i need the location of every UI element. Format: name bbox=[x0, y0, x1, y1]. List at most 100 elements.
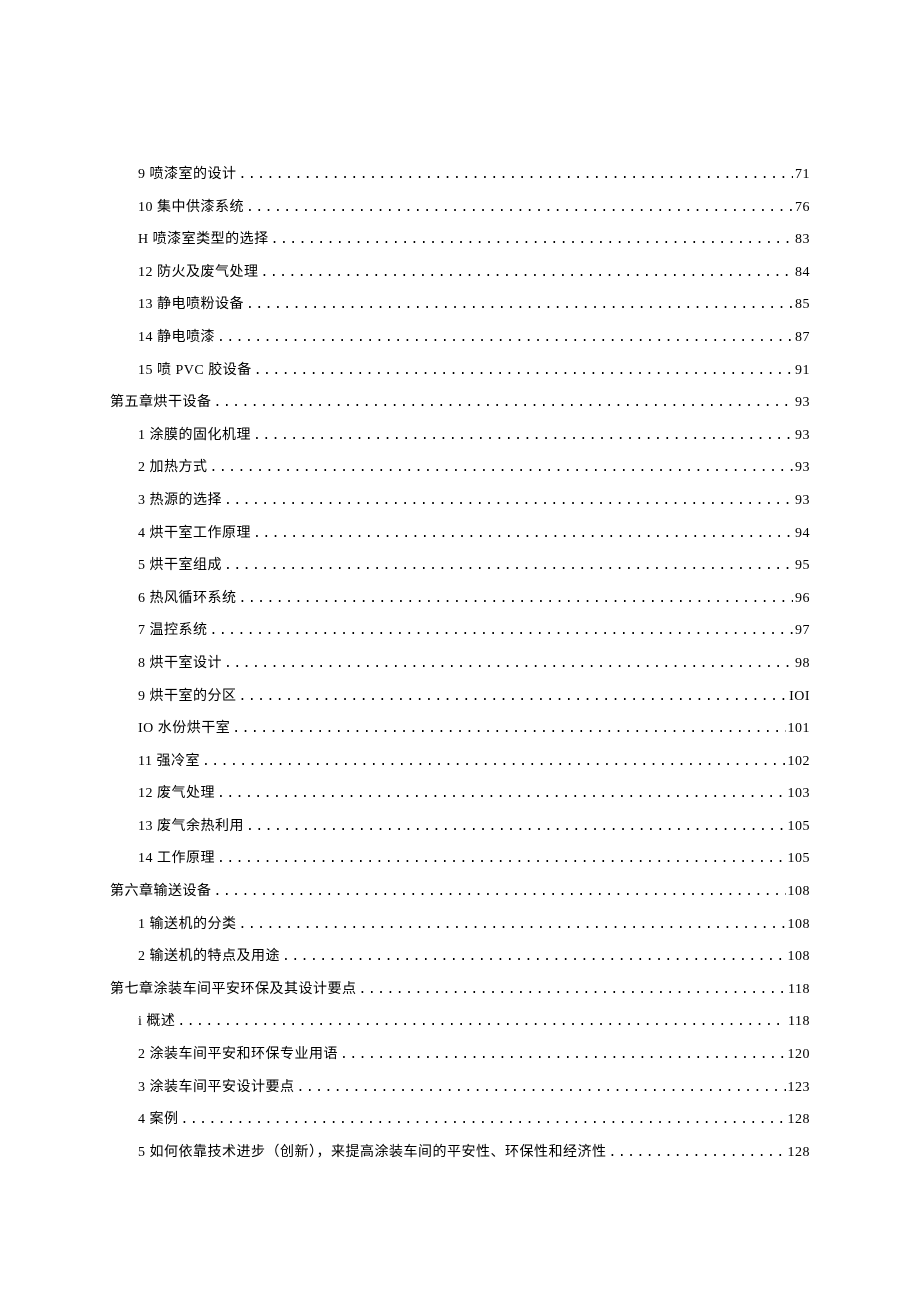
toc-leader-dots: ........................................… bbox=[239, 688, 788, 706]
toc-entry: 3 涂装车间平安设计要点 ...........................… bbox=[110, 1078, 810, 1098]
toc-leader-dots: ........................................… bbox=[177, 1013, 786, 1031]
toc-entry: i 概述....................................… bbox=[110, 1012, 810, 1032]
toc-leader-dots: ........................................… bbox=[181, 1111, 786, 1129]
toc-page-number: 102 bbox=[788, 752, 811, 772]
toc-label: i 概述 bbox=[138, 1012, 175, 1032]
toc-leader-dots: ........................................… bbox=[232, 720, 785, 738]
toc-page-number: 97 bbox=[795, 621, 810, 641]
toc-label: 5 烘干室组成 bbox=[138, 556, 222, 576]
toc-page-number: 98 bbox=[795, 654, 810, 674]
toc-page-number: 108 bbox=[788, 947, 811, 967]
toc-label: 2 加热方式 bbox=[138, 458, 208, 478]
toc-entry: 15 喷 PVC 胶设备 ...........................… bbox=[110, 361, 810, 381]
toc-leader-dots: ........................................… bbox=[239, 166, 794, 184]
toc-page-number: 93 bbox=[795, 491, 810, 511]
toc-page-number: 128 bbox=[788, 1143, 811, 1163]
toc-label: 14 静电喷漆 bbox=[138, 328, 215, 348]
toc-label: H 喷漆室类型的选择 bbox=[138, 230, 269, 250]
toc-entry: 4 烘干室工作原理...............................… bbox=[110, 524, 810, 544]
toc-leader-dots: ........................................… bbox=[217, 785, 786, 803]
toc-page-number: 76 bbox=[795, 198, 810, 218]
toc-page-number: 128 bbox=[788, 1110, 811, 1130]
toc-leader-dots: ........................................… bbox=[239, 916, 786, 934]
toc-leader-dots: ........................................… bbox=[224, 557, 793, 575]
toc-leader-dots: ........................................… bbox=[297, 1079, 786, 1097]
toc-page-number: 105 bbox=[788, 849, 811, 869]
toc-label: 第五章烘干设备 bbox=[110, 393, 212, 413]
toc-entry: 7 温控系统..................................… bbox=[110, 621, 810, 641]
toc-page-number: 120 bbox=[788, 1045, 811, 1065]
toc-entry: 2 输送机的特点及用途 ............................… bbox=[110, 947, 810, 967]
toc-entry: 12 废气处理.................................… bbox=[110, 784, 810, 804]
toc-label: 1 输送机的分类 bbox=[138, 915, 237, 935]
toc-leader-dots: ........................................… bbox=[217, 329, 793, 347]
toc-entry: 1 涂膜的固化机理...............................… bbox=[110, 426, 810, 446]
toc-entry: IO 水份烘干室................................… bbox=[110, 719, 810, 739]
toc-page-number: 91 bbox=[795, 361, 810, 381]
toc-leader-dots: ........................................… bbox=[253, 427, 793, 445]
toc-page-number: 84 bbox=[795, 263, 810, 283]
toc-label: 6 热风循环系统 bbox=[138, 589, 237, 609]
toc-label: 9 喷漆室的设计 bbox=[138, 165, 237, 185]
toc-entry: H 喷漆室类型的选择..............................… bbox=[110, 230, 810, 250]
toc-entry: 14 静电喷漆.................................… bbox=[110, 328, 810, 348]
toc-label: 2 输送机的特点及用途 bbox=[138, 947, 280, 967]
table-of-contents: 9 喷漆室的设计................................… bbox=[110, 165, 810, 1162]
toc-page-number: IOI bbox=[789, 687, 810, 707]
toc-leader-dots: ........................................… bbox=[210, 459, 794, 477]
toc-label: 1 涂膜的固化机理 bbox=[138, 426, 251, 446]
toc-leader-dots: ........................................… bbox=[246, 818, 786, 836]
toc-entry: 6 热风循环系统................................… bbox=[110, 589, 810, 609]
toc-page-number: 118 bbox=[788, 1012, 810, 1032]
toc-entry: 10 集中供漆系统...............................… bbox=[110, 198, 810, 218]
toc-page-number: 93 bbox=[795, 426, 810, 446]
toc-entry: 13 废气余热利用 ..............................… bbox=[110, 817, 810, 837]
toc-label: 12 废气处理 bbox=[138, 784, 215, 804]
toc-label: 2 涂装车间平安和环保专业用语 bbox=[138, 1045, 338, 1065]
toc-entry: 14 工作原理 ................................… bbox=[110, 849, 810, 869]
toc-leader-dots: ........................................… bbox=[254, 362, 793, 380]
toc-entry: 12 防火及废气处理..............................… bbox=[110, 263, 810, 283]
toc-entry: 8 烘干室设计.................................… bbox=[110, 654, 810, 674]
toc-label: 4 案例 bbox=[138, 1110, 179, 1130]
toc-leader-dots: ........................................… bbox=[609, 1144, 786, 1162]
toc-entry: 5 烘干室组成.................................… bbox=[110, 556, 810, 576]
toc-label: 8 烘干室设计 bbox=[138, 654, 222, 674]
toc-leader-dots: ........................................… bbox=[202, 753, 786, 771]
toc-label: 14 工作原理 bbox=[138, 849, 215, 869]
toc-page-number: 94 bbox=[795, 524, 810, 544]
toc-page-number: 108 bbox=[788, 882, 811, 902]
toc-entry: 13 静电喷粉设备...............................… bbox=[110, 295, 810, 315]
toc-label: 10 集中供漆系统 bbox=[138, 198, 244, 218]
toc-label: 第七章涂装车间平安环保及其设计要点 bbox=[110, 980, 357, 1000]
toc-leader-dots: ........................................… bbox=[282, 948, 786, 966]
toc-page-number: 93 bbox=[795, 393, 810, 413]
toc-leader-dots: ........................................… bbox=[340, 1046, 786, 1064]
toc-leader-dots: ........................................… bbox=[246, 296, 793, 314]
toc-page-number: 71 bbox=[795, 165, 810, 185]
toc-entry: 第六章输送设备 ................................… bbox=[110, 882, 810, 902]
toc-entry: 3 热源的选择.................................… bbox=[110, 491, 810, 511]
toc-leader-dots: ........................................… bbox=[214, 394, 794, 412]
toc-entry: 11 强冷室..................................… bbox=[110, 752, 810, 772]
toc-leader-dots: ........................................… bbox=[271, 231, 793, 249]
toc-label: 13 废气余热利用 bbox=[138, 817, 244, 837]
toc-entry: 9 烘干室的分区 ...............................… bbox=[110, 687, 810, 707]
toc-page-number: 87 bbox=[795, 328, 810, 348]
toc-label: 9 烘干室的分区 bbox=[138, 687, 237, 707]
toc-page-number: 96 bbox=[795, 589, 810, 609]
toc-page-number: 118 bbox=[788, 980, 810, 1000]
toc-leader-dots: ........................................… bbox=[239, 590, 794, 608]
toc-entry: 9 喷漆室的设计................................… bbox=[110, 165, 810, 185]
toc-entry: 2 涂装车间平安和环保专业用语 ........................… bbox=[110, 1045, 810, 1065]
toc-page-number: 103 bbox=[788, 784, 811, 804]
toc-label: 4 烘干室工作原理 bbox=[138, 524, 251, 544]
toc-label: 12 防火及废气处理 bbox=[138, 263, 259, 283]
toc-entry: 1 输送机的分类................................… bbox=[110, 915, 810, 935]
toc-page-number: 83 bbox=[795, 230, 810, 250]
toc-page-number: 123 bbox=[788, 1078, 811, 1098]
toc-leader-dots: ........................................… bbox=[217, 850, 786, 868]
toc-leader-dots: ........................................… bbox=[253, 525, 793, 543]
toc-page-number: 105 bbox=[788, 817, 811, 837]
toc-label: 3 热源的选择 bbox=[138, 491, 222, 511]
